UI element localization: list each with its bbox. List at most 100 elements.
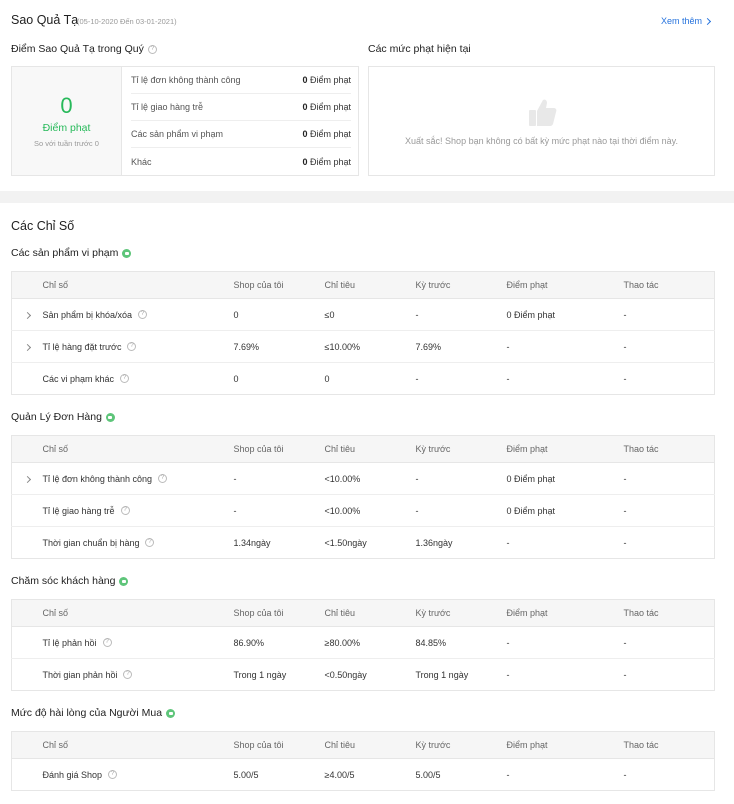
col-header: Kỳ trước [415,280,451,290]
penalty-value: - [506,362,624,395]
table-row: Tỉ lệ phản hồi? 86.90% ≥80.00% 84.85% - … [11,626,715,659]
table-row: Tỉ lệ hàng đặt trước? 7.69% ≤10.00% 7.69… [11,330,715,363]
target-value: 0 [324,362,416,395]
help-icon[interactable]: ? [123,670,133,679]
penalty-value: 0 Điểm phạt [506,298,624,331]
help-icon[interactable]: ? [145,538,155,547]
target-value: ≤10.00% [324,330,416,363]
section-title: Các sản phẩm vi phạm [11,247,119,259]
quarter-score-box: 0 Điểm phạt So với tuần trước 0 Tỉ lệ đơ… [11,66,359,176]
table-header-row: Chỉ số Shop của tôi Chỉ tiêu Kỳ trước Đi… [11,271,715,299]
action-value: - [623,658,715,691]
penalty-value: 0 Điểm phạt [506,462,624,495]
metrics-title: Các Chỉ Số [11,219,75,233]
section-header: Chăm sóc khách hàng [11,575,129,587]
col-header: Chỉ tiêu [324,444,356,454]
target-value: ≥4.00/5 [324,758,416,791]
metrics-table: Chỉ số Shop của tôi Chỉ tiêu Kỳ trước Đi… [11,271,715,395]
expand-chevron-icon[interactable] [23,343,32,351]
penalty-value: - [506,626,624,659]
section-title: Mức độ hài lòng của Người Mua [11,707,163,719]
target-value: <10.00% [324,494,416,527]
section-header: Mức độ hài lòng của Người Mua [11,707,176,719]
metrics-table: Chỉ số Shop của tôi Chỉ tiêu Kỳ trước Đi… [11,731,715,791]
shop-badge-icon [122,248,132,258]
penalty-value: 0 Điểm phạt [302,156,351,167]
shop-badge-icon [105,412,115,422]
see-more-link[interactable]: Xem thêm [661,16,712,26]
penalty-row: Các sản phẩm vi phạm 0 Điểm phạt [131,121,351,148]
star-title: Sao Quả Tạ [11,13,79,27]
score-compare: So với tuần trước 0 [34,138,99,148]
current-penalties-box: Xuất sắc! Shop bạn không có bất kỳ mức p… [368,66,715,176]
penalty-value: - [506,526,624,559]
help-icon[interactable]: ? [147,44,157,54]
metrics-table: Chỉ số Shop của tôi Chỉ tiêu Kỳ trước Đi… [11,435,715,559]
expand-chevron-icon[interactable] [23,311,32,319]
no-penalty-message: Xuất sắc! Shop bạn không có bất kỳ mức p… [405,136,678,146]
prev-value: Trong 1 ngày [415,658,507,691]
col-header: Thao tác [623,608,659,618]
penalty-value: 0 Điểm phạt [506,494,624,527]
metric-name: Thời gian phản hồi [42,669,118,680]
metric-name: Tỉ lệ hàng đặt trước [42,341,122,352]
penalty-label: Tỉ lệ đơn không thành công [131,75,241,85]
metric-name: Thời gian chuẩn bị hàng [42,537,140,548]
col-header: Shop của tôi [233,740,284,750]
score-summary: 0 Điểm phạt So với tuần trước 0 [12,67,122,175]
quarter-score-label: Điểm Sao Quả Tạ trong Quý [11,43,144,55]
metric-name: Đánh giá Shop [42,769,103,780]
action-value: - [623,758,715,791]
target-value: ≤0 [324,298,416,331]
help-icon[interactable]: ? [157,474,167,483]
shop-value: - [233,494,325,527]
help-icon[interactable]: ? [108,770,118,779]
table-row: Tỉ lệ đơn không thành công? - <10.00% - … [11,462,715,495]
section-title: Chăm sóc khách hàng [11,575,116,587]
help-icon[interactable]: ? [102,638,112,647]
col-header: Chỉ số [42,444,69,454]
table-row: Các vi phạm khác? 0 0 - - - [11,362,715,395]
table-row: Đánh giá Shop? 5.00/5 ≥4.00/5 5.00/5 - - [11,758,715,791]
current-penalties-label: Các mức phạt hiện tại [368,43,471,55]
action-value: - [623,362,715,395]
target-value: <1.50ngày [324,526,416,559]
shop-value: 5.00/5 [233,758,325,791]
expand-chevron-icon[interactable] [23,475,32,483]
prev-value: 5.00/5 [415,758,507,791]
penalty-value: 0 Điểm phạt [302,129,351,139]
target-value: <10.00% [324,462,416,495]
metrics-panel: Các Chỉ Số Các sản phẩm vi phạm Chỉ số S… [0,203,734,804]
penalty-value: - [506,330,624,363]
table-row: Tỉ lệ giao hàng trễ? - <10.00% - 0 Điểm … [11,494,715,527]
thumbs-up-icon [529,99,557,126]
penalty-value: 0 Điểm phạt [302,102,351,112]
help-icon[interactable]: ? [120,374,130,383]
col-header: Chỉ tiêu [324,280,356,290]
penalty-value: 0 Điểm phạt [302,75,351,85]
shop-value: Trong 1 ngày [233,658,325,691]
penalty-label: Các sản phẩm vi phạm [131,129,224,139]
col-header: Shop của tôi [233,280,284,290]
col-header: Điểm phạt [506,444,548,454]
help-icon[interactable]: ? [127,342,137,351]
table-row: Thời gian phản hồi? Trong 1 ngày <0.50ng… [11,658,715,691]
table-row: Sản phẩm bị khóa/xóa? 0 ≤0 - 0 Điểm phạt… [11,298,715,331]
action-value: - [623,462,715,495]
help-icon[interactable]: ? [138,310,148,319]
action-value: - [623,298,715,331]
col-header: Thao tác [623,444,659,454]
prev-value: 7.69% [415,330,507,363]
col-header: Kỳ trước [415,740,451,750]
metric-name: Tỉ lệ giao hàng trễ [42,505,115,516]
score-value: 0 [60,92,73,118]
action-value: - [623,330,715,363]
help-icon[interactable]: ? [120,506,130,515]
table-row: Thời gian chuẩn bị hàng? 1.34ngày <1.50n… [11,526,715,559]
metric-name: Các vi phạm khác [42,373,115,384]
col-header: Kỳ trước [415,608,451,618]
col-header: Điểm phạt [506,280,548,290]
penalty-label: Tỉ lệ giao hàng trễ [131,102,204,112]
penalty-label: Khác [131,156,152,167]
prev-value: - [415,494,507,527]
